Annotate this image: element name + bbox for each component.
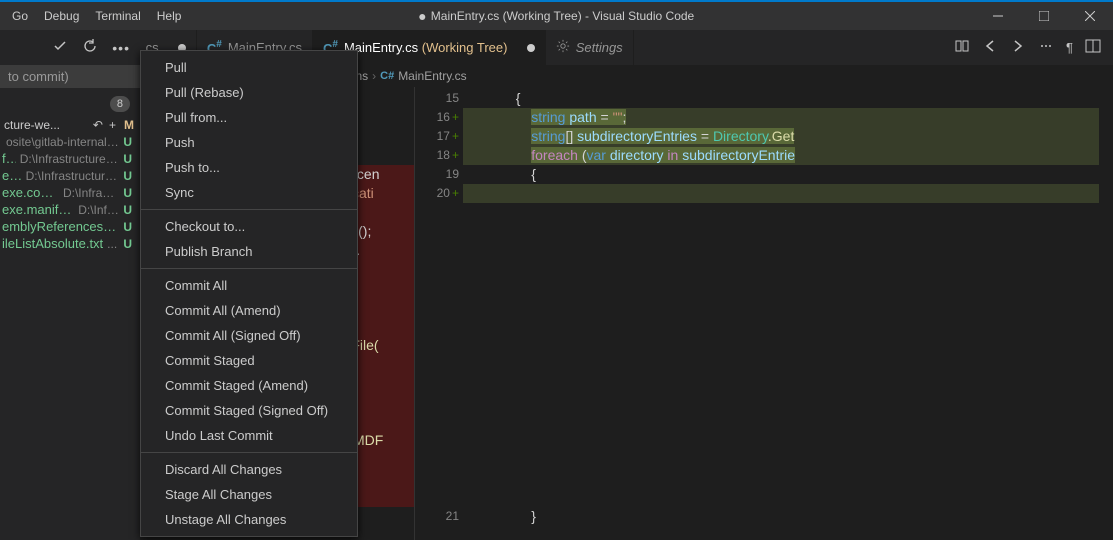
file-row[interactable]: exe.manifestD:\Infr...U <box>0 201 140 218</box>
menu-discard-all[interactable]: Discard All Changes <box>141 457 357 482</box>
menu-bar: Go Debug Terminal Help <box>0 5 189 27</box>
menu-separator <box>141 209 357 210</box>
next-change-icon[interactable] <box>1010 38 1026 57</box>
editor-actions: ¶ <box>942 30 1113 65</box>
commit-message-input[interactable]: to commit) <box>0 65 140 88</box>
menu-commit-staged-amend[interactable]: Commit Staged (Amend) <box>141 373 357 398</box>
menu-pull-rebase[interactable]: Pull (Rebase) <box>141 80 357 105</box>
csharp-file-icon: C# <box>380 70 394 82</box>
window-close-button[interactable] <box>1067 2 1113 30</box>
modified-dot-icon <box>419 14 425 20</box>
file-row[interactable]: emblyReferencesIn...U <box>0 218 140 235</box>
refresh-icon[interactable] <box>82 38 98 57</box>
changes-header-label: cture-we... <box>4 118 93 132</box>
discard-icon[interactable]: ↶ <box>93 118 103 132</box>
more-actions-icon[interactable]: ••• <box>112 40 130 56</box>
menu-commit-all[interactable]: Commit All <box>141 273 357 298</box>
menu-push[interactable]: Push <box>141 130 357 155</box>
scm-more-actions-menu: Pull Pull (Rebase) Pull from... Push Pus… <box>140 50 358 537</box>
menu-sync[interactable]: Sync <box>141 180 357 205</box>
whitespace-icon[interactable] <box>1038 38 1054 57</box>
window-maximize-button[interactable] <box>1021 2 1067 30</box>
chevron-right-icon: › <box>372 69 376 83</box>
split-editor-icon[interactable] <box>1085 38 1101 57</box>
file-row[interactable]: exe.configD:\Infrast...U <box>0 184 140 201</box>
file-row[interactable]: figD:\Infrastructure-...U <box>0 150 140 167</box>
menu-checkout-to[interactable]: Checkout to... <box>141 214 357 239</box>
file-row[interactable]: exeD:\Infrastructure-...U <box>0 167 140 184</box>
title-bar: Go Debug Terminal Help MainEntry.cs (Wor… <box>0 0 1113 30</box>
menu-commit-staged[interactable]: Commit Staged <box>141 348 357 373</box>
breadcrumb-segment[interactable]: MainEntry.cs <box>398 69 466 83</box>
menu-commit-all-signed[interactable]: Commit All (Signed Off) <box>141 323 357 348</box>
menu-help[interactable]: Help <box>149 5 190 27</box>
menu-pull[interactable]: Pull <box>141 55 357 80</box>
tab-settings[interactable]: Settings <box>546 30 634 65</box>
menu-go[interactable]: Go <box>4 5 36 27</box>
menu-debug[interactable]: Debug <box>36 5 87 27</box>
menu-commit-all-amend[interactable]: Commit All (Amend) <box>141 298 357 323</box>
stage-icon[interactable]: + <box>109 118 116 132</box>
changes-header[interactable]: cture-we... ↶ + M <box>0 116 140 134</box>
source-control-panel: ••• to commit) 8 cture-we... ↶ + M osite… <box>0 30 140 540</box>
window-minimize-button[interactable] <box>975 2 1021 30</box>
file-row[interactable]: osite\gitlab-internalt...U <box>0 134 140 150</box>
menu-undo-last-commit[interactable]: Undo Last Commit <box>141 423 357 448</box>
scm-toolbar: ••• <box>0 30 140 65</box>
changes-count-badge: 8 <box>110 96 130 112</box>
gear-icon <box>556 39 570 56</box>
menu-publish-branch[interactable]: Publish Branch <box>141 239 357 264</box>
menu-push-to[interactable]: Push to... <box>141 155 357 180</box>
window-title: MainEntry.cs (Working Tree) - Visual Stu… <box>419 9 694 23</box>
menu-commit-staged-signed[interactable]: Commit Staged (Signed Off) <box>141 398 357 423</box>
menu-terminal[interactable]: Terminal <box>87 5 148 27</box>
overview-ruler[interactable] <box>1099 87 1113 540</box>
modified-dot-icon <box>527 44 535 52</box>
changes-list: osite\gitlab-internalt...U figD:\Infrast… <box>0 134 140 252</box>
menu-separator <box>141 452 357 453</box>
file-row[interactable]: ileListAbsolute.txt...U <box>0 235 140 252</box>
commit-check-icon[interactable] <box>52 38 68 57</box>
menu-stage-all[interactable]: Stage All Changes <box>141 482 357 507</box>
prev-change-icon[interactable] <box>982 38 998 57</box>
status-letter: M <box>122 118 136 132</box>
menu-pull-from[interactable]: Pull from... <box>141 105 357 130</box>
line-gutter: 15 16+ 17+ 18+ 19 20+ 21 <box>415 87 463 540</box>
compare-icon[interactable] <box>954 38 970 57</box>
menu-separator <box>141 268 357 269</box>
menu-unstage-all[interactable]: Unstage All Changes <box>141 507 357 532</box>
diff-modified-pane[interactable]: 15 16+ 17+ 18+ 19 20+ 21 { <box>415 87 1113 540</box>
toggle-icon[interactable]: ¶ <box>1066 40 1073 55</box>
